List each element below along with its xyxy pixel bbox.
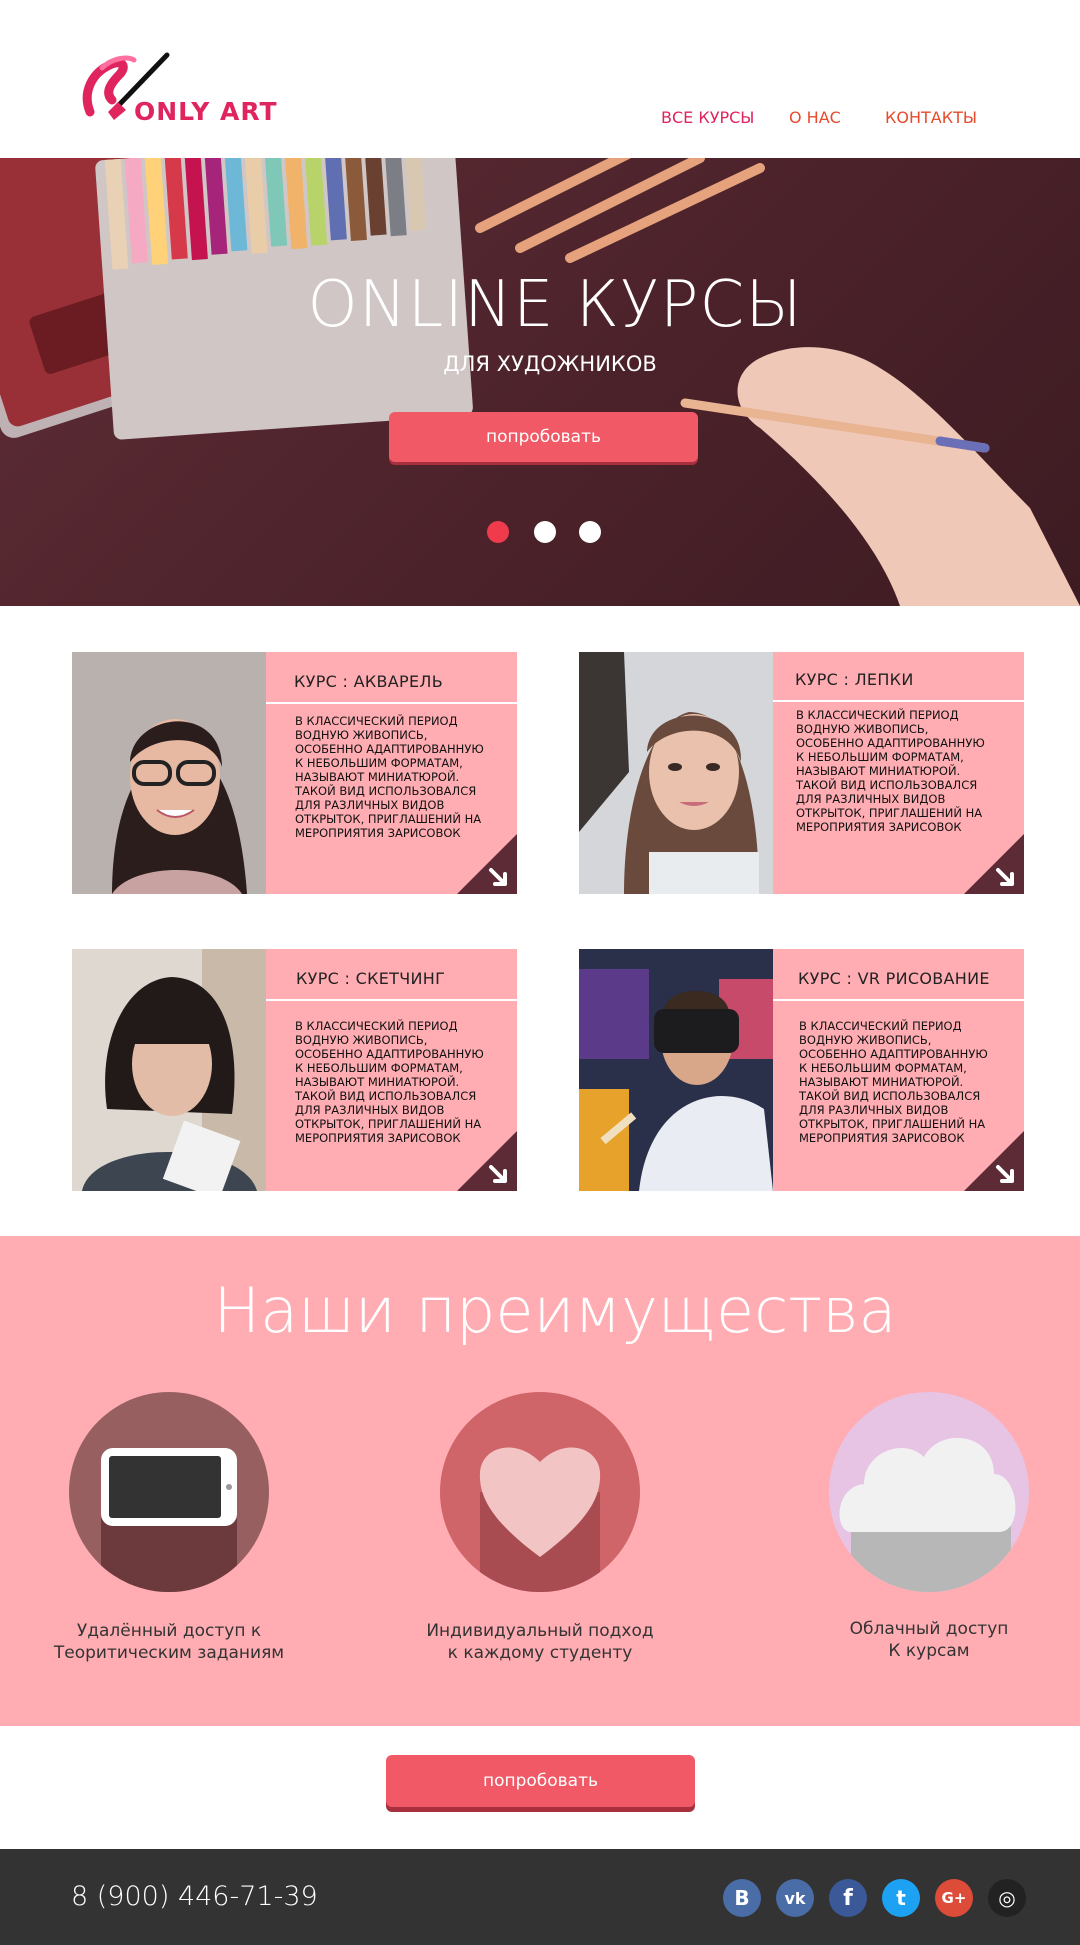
arrow-corner-icon[interactable] bbox=[457, 834, 517, 894]
arrow-corner-icon[interactable] bbox=[964, 834, 1024, 894]
student-photo bbox=[579, 652, 773, 894]
vk-icon[interactable]: vk bbox=[776, 1879, 814, 1917]
student-photo bbox=[72, 652, 266, 894]
nav-all-courses[interactable]: ВСЕ КУРСЫ bbox=[661, 108, 754, 127]
advantage-label-line1: Удалённый доступ к bbox=[76, 1621, 262, 1641]
course-description: В КЛАССИЧЕСКИЙ ПЕРИОД ВОДНУЮ ЖИВОПИСЬ, О… bbox=[295, 1019, 484, 1145]
logo[interactable]: ONLY ART bbox=[82, 52, 282, 132]
advantage-label-line2: К курсам bbox=[888, 1641, 970, 1661]
facebook-icon[interactable]: f bbox=[829, 1879, 867, 1917]
course-title: КУРС : ЛЕПКИ bbox=[795, 670, 914, 689]
nav-contacts[interactable]: КОНТАКТЫ bbox=[885, 108, 977, 127]
hero-title: ONLINE КУРСЫ bbox=[307, 268, 803, 342]
advantage-label-line1: Облачный доступ bbox=[849, 1619, 1009, 1639]
nav-about[interactable]: О НАС bbox=[789, 108, 841, 127]
cloud-icon bbox=[829, 1392, 1029, 1592]
course-description: В КЛАССИЧЕСКИЙ ПЕРИОД ВОДНУЮ ЖИВОПИСЬ, О… bbox=[796, 708, 985, 834]
course-card-watercolor[interactable]: КУРС : АКВАРЕЛЬ В КЛАССИЧЕСКИЙ ПЕРИОД ВО… bbox=[72, 652, 517, 894]
google-plus-icon[interactable]: G+ bbox=[935, 1879, 973, 1917]
divider bbox=[266, 702, 517, 704]
course-title: КУРС : АКВАРЕЛЬ bbox=[294, 672, 443, 691]
cta-try-button[interactable]: попробовать bbox=[386, 1755, 695, 1807]
vk-b-icon[interactable]: B bbox=[723, 1879, 761, 1917]
heart-icon bbox=[440, 1392, 640, 1592]
arrow-corner-icon[interactable] bbox=[964, 1131, 1024, 1191]
advantage-cloud-access: Облачный доступ К курсам bbox=[809, 1392, 1049, 1662]
advantage-remote-access: Удалённый доступ к Теоритическим задания… bbox=[49, 1392, 289, 1664]
course-card-vr-drawing[interactable]: КУРС : VR РИСОВАНИЕ В КЛАССИЧЕСКИЙ ПЕРИО… bbox=[579, 949, 1024, 1191]
phone-number: 8 (900) 446-71-39 bbox=[71, 1881, 318, 1912]
slider-dot-2[interactable] bbox=[534, 521, 556, 543]
advantage-label-line2: Теоритическим заданиям bbox=[53, 1643, 285, 1663]
site-footer: 8 (900) 446-71-39 B vk f t G+ ◎ bbox=[0, 1849, 1080, 1945]
hero-subtitle: ДЛЯ ХУДОЖНИКОВ bbox=[443, 352, 657, 376]
advantages-section: Наши преимущества Удалённый доступ к Тео… bbox=[0, 1236, 1080, 1726]
course-title: КУРС : VR РИСОВАНИЕ bbox=[798, 969, 990, 988]
arrow-corner-icon[interactable] bbox=[457, 1131, 517, 1191]
advantage-label-line2: к каждому студенту bbox=[447, 1643, 633, 1663]
divider bbox=[773, 999, 1024, 1001]
advantage-individual-approach: Индивидуальный подход к каждому студенту bbox=[420, 1392, 660, 1664]
logo-text: ONLY ART bbox=[134, 97, 278, 126]
site-header: ONLY ART ВСЕ КУРСЫ О НАС КОНТАКТЫ bbox=[0, 0, 1080, 158]
hero-try-button[interactable]: попробовать bbox=[389, 412, 698, 462]
instagram-icon[interactable]: ◎ bbox=[988, 1879, 1026, 1917]
slider-dot-3[interactable] bbox=[579, 521, 601, 543]
student-photo bbox=[72, 949, 266, 1191]
course-card-sketching[interactable]: КУРС : СКЕТЧИНГ В КЛАССИЧЕСКИЙ ПЕРИОД ВО… bbox=[72, 949, 517, 1191]
course-description: В КЛАССИЧЕСКИЙ ПЕРИОД ВОДНУЮ ЖИВОПИСЬ, О… bbox=[295, 714, 484, 840]
divider bbox=[266, 999, 517, 1001]
student-photo bbox=[579, 949, 773, 1191]
advantage-label-line1: Индивидуальный подход bbox=[426, 1621, 654, 1641]
course-title: КУРС : СКЕТЧИНГ bbox=[296, 969, 446, 988]
hero-banner: ONLINE КУРСЫ ДЛЯ ХУДОЖНИКОВ попробовать bbox=[0, 158, 1080, 606]
twitter-icon[interactable]: t bbox=[882, 1879, 920, 1917]
slider-dot-1[interactable] bbox=[487, 521, 509, 543]
course-card-sculpture[interactable]: КУРС : ЛЕПКИ В КЛАССИЧЕСКИЙ ПЕРИОД ВОДНУ… bbox=[579, 652, 1024, 894]
tablet-icon bbox=[69, 1392, 269, 1592]
advantages-title: Наши преимущества bbox=[213, 1274, 897, 1347]
course-description: В КЛАССИЧЕСКИЙ ПЕРИОД ВОДНУЮ ЖИВОПИСЬ, О… bbox=[799, 1019, 988, 1145]
divider bbox=[773, 700, 1024, 702]
